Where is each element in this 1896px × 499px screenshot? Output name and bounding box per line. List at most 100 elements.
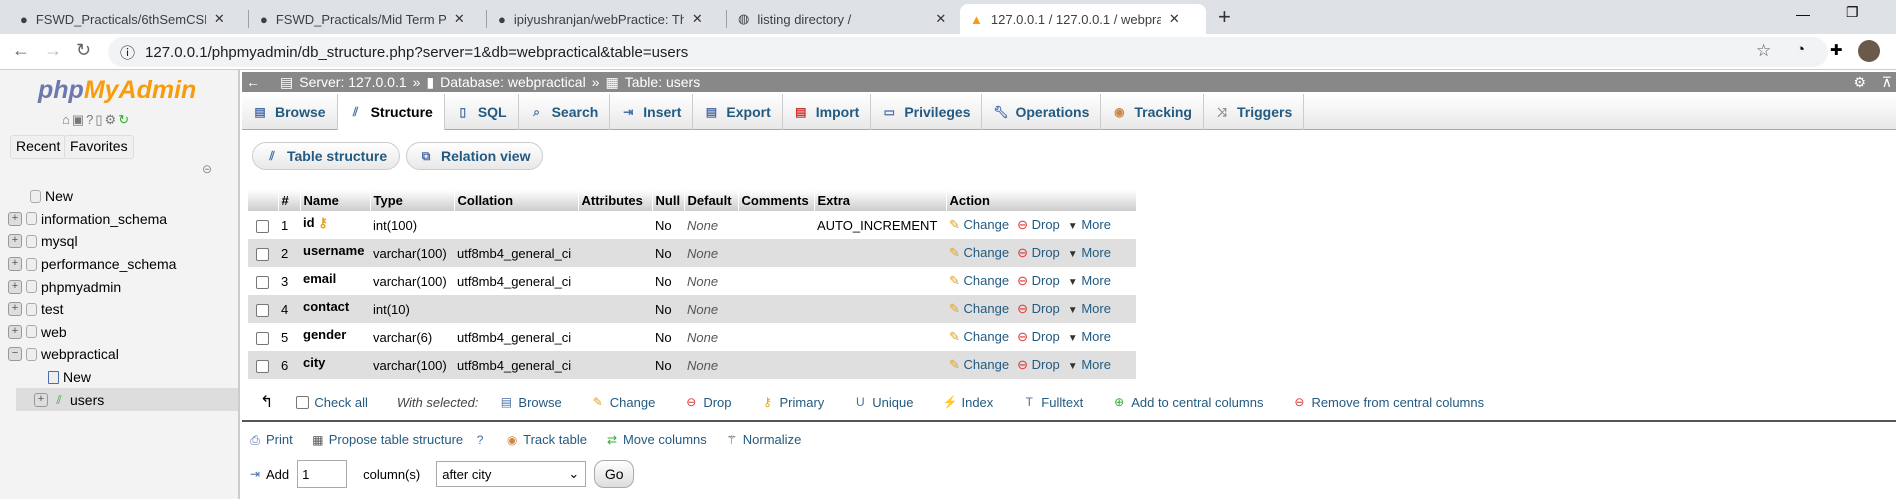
more-button[interactable]: ▼ More [1068,301,1111,316]
tree-item-new-table[interactable]: New [8,366,238,389]
bulk-unique-button[interactable]: Unique [872,395,913,410]
restore-button[interactable]: ❐ [1846,4,1859,21]
tree-item-webpractical[interactable]: − webpractical [8,343,238,366]
change-button[interactable]: ✎ Change [949,217,1009,232]
breadcrumb-server[interactable]: Server: 127.0.0.1 [299,74,406,90]
change-button[interactable]: ✎ Change [949,245,1009,260]
forward-icon[interactable]: → [44,40,62,61]
tab-privileges[interactable]: ▭ Privileges [871,94,983,130]
col-header-type[interactable]: Type [370,190,455,211]
browser-tab[interactable]: ◍ listing directory / ✕ [728,4,956,34]
col-header-extra[interactable]: Extra [814,190,947,211]
drop-button[interactable]: ⊖ Drop [1017,245,1060,260]
back-icon[interactable]: ← [12,40,30,61]
expand-icon[interactable]: + [8,279,22,294]
tree-item-new[interactable]: New [8,185,238,208]
close-tab-icon[interactable]: ✕ [692,11,703,27]
bulk-primary-button[interactable]: Primary [780,395,825,410]
col-header-number[interactable]: # [278,190,301,211]
expand-icon[interactable]: + [34,392,48,407]
change-button[interactable]: ✎ Change [949,329,1009,344]
expand-icon[interactable]: + [8,324,22,339]
breadcrumb-database[interactable]: Database: webpractical [440,74,586,90]
reload-icon[interactable]: ↻ [76,40,91,61]
tab-sql[interactable]: ▯ SQL [445,94,519,130]
collapse-icon[interactable]: − [8,347,22,362]
row-checkbox[interactable] [256,303,269,317]
go-button[interactable]: Go [594,460,635,488]
tab-export[interactable]: ▤ Export [693,94,783,130]
change-button[interactable]: ✎ Change [949,357,1009,372]
drop-button[interactable]: ⊖ Drop [1017,273,1060,288]
reload-icon[interactable]: ↻ [118,112,131,127]
tab-tracking[interactable]: ◉ Tracking [1101,94,1204,130]
extensions-icon[interactable]: ✚ [1830,41,1843,59]
help-icon[interactable]: ? [473,433,487,447]
docs-icon[interactable]: ▯ [95,112,104,127]
phpmyadmin-logo[interactable]: phpMyAdmin [38,76,196,105]
browser-tab[interactable]: ●FSWD_Practicals/6thSemCSEAB.p✕ [10,4,235,34]
row-checkbox[interactable] [256,359,269,373]
print-link[interactable]: Print [266,432,293,447]
more-button[interactable]: ▼ More [1068,357,1111,372]
drop-button[interactable]: ⊖ Drop [1017,217,1060,232]
check-all-checkbox[interactable] [296,395,310,409]
col-header-null[interactable]: Null [652,190,685,211]
col-header-default[interactable]: Default [684,190,739,211]
remove-central-columns-button[interactable]: Remove from central columns [1311,395,1484,410]
browser-tab[interactable]: ●ipiyushranjan/webPractice: This R✕ [488,4,713,34]
tab-browse[interactable]: ▤ Browse [242,94,338,130]
favorites-button[interactable]: Favorites [64,135,134,159]
col-header-collation[interactable]: Collation [454,190,579,211]
normalize-link[interactable]: Normalize [743,432,802,447]
col-header-comments[interactable]: Comments [738,190,815,211]
minimize-button[interactable]: — [1796,6,1810,22]
expand-icon[interactable]: + [8,211,22,226]
bulk-browse-button[interactable]: Browse [518,395,561,410]
more-button[interactable]: ▼ More [1068,217,1111,232]
row-checkbox[interactable] [256,275,269,289]
tab-structure[interactable]: ⫽ Structure [337,94,445,130]
move-columns-link[interactable]: Move columns [623,432,707,447]
tree-item-users[interactable]: + ⫽ users [16,388,238,411]
browser-tab-active[interactable]: ▲127.0.0.1 / 127.0.0.1 / webpractic✕ [960,4,1206,34]
tab-triggers[interactable]: ⤨ Triggers [1204,94,1305,130]
more-button[interactable]: ▼ More [1068,273,1111,288]
avatar[interactable] [1858,40,1880,62]
browser-tab[interactable]: ●FSWD_Practicals/Mid Term Practi✕ [250,4,475,34]
more-button[interactable]: ▼ More [1068,245,1111,260]
home-icon[interactable]: ⌂ [62,112,72,127]
bulk-change-button[interactable]: Change [610,395,656,410]
tree-item-phpmyadmin[interactable]: + phpmyadmin [8,275,238,298]
recent-button[interactable]: Recent [10,135,67,159]
performance-icon[interactable]: ◔ [1796,41,1805,58]
propose-structure-link[interactable]: Propose table structure [329,432,463,447]
link-icon[interactable]: ⊝ [202,162,212,176]
row-checkbox[interactable] [256,331,269,345]
add-central-columns-button[interactable]: Add to central columns [1131,395,1263,410]
expand-icon[interactable]: + [8,302,22,317]
drop-button[interactable]: ⊖ Drop [1017,301,1060,316]
col-header-attributes[interactable]: Attributes [578,190,653,211]
url-input[interactable]: ⓘ 127.0.0.1/phpmyadmin/db_structure.php?s… [108,37,1828,67]
row-checkbox[interactable] [256,219,269,233]
table-row[interactable]: 3 email varchar(100) utf8mb4_general_ci … [248,267,1136,295]
tab-import[interactable]: ▤ Import [783,94,872,130]
collapse-top-icon[interactable]: ⊼ [1882,74,1892,91]
column-count-input[interactable] [297,460,348,488]
table-row[interactable]: 2 username varchar(100) utf8mb4_general_… [248,239,1136,267]
bulk-fulltext-button[interactable]: Fulltext [1041,395,1083,410]
bulk-drop-button[interactable]: Drop [703,395,731,410]
tree-item-test[interactable]: + test [8,298,238,321]
tree-item-performance-schema[interactable]: + performance_schema [8,253,238,276]
bulk-index-button[interactable]: Index [961,395,993,410]
table-row[interactable]: 5 gender varchar(6) utf8mb4_general_ci N… [248,323,1136,351]
tree-item-information-schema[interactable]: + information_schema [8,208,238,231]
position-select[interactable]: after city ⌄ [436,461,587,487]
settings-icon[interactable]: ⚙ [105,112,119,127]
tree-item-web[interactable]: + web [8,321,238,344]
new-tab-button[interactable]: + [1218,4,1231,30]
help-icon[interactable]: ? [86,112,95,127]
close-tab-icon[interactable]: ✕ [1169,11,1180,27]
relation-view-button[interactable]: ⧉ Relation view [406,142,544,170]
